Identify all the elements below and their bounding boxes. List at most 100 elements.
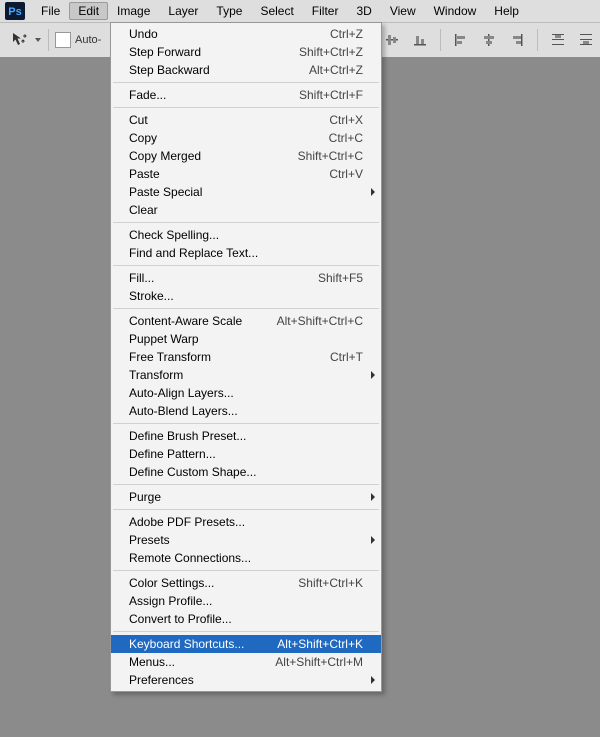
menu-item-clear[interactable]: Clear: [111, 201, 381, 219]
menu-item-copy-merged[interactable]: Copy MergedShift+Ctrl+C: [111, 147, 381, 165]
menu-item-label: Define Custom Shape...: [129, 465, 363, 479]
menu-item-label: Cut: [129, 113, 329, 127]
menu-file[interactable]: File: [32, 2, 69, 20]
menu-item-paste[interactable]: PasteCtrl+V: [111, 165, 381, 183]
menu-item-undo[interactable]: UndoCtrl+Z: [111, 25, 381, 43]
menu-item-presets[interactable]: Presets: [111, 531, 381, 549]
submenu-arrow-icon: [371, 536, 375, 544]
submenu-arrow-icon: [371, 676, 375, 684]
menu-item-purge[interactable]: Purge: [111, 488, 381, 506]
align-right-icon[interactable]: [505, 28, 529, 52]
menu-item-label: Adobe PDF Presets...: [129, 515, 363, 529]
menu-3d[interactable]: 3D: [347, 2, 380, 20]
menu-item-fade[interactable]: Fade...Shift+Ctrl+F: [111, 86, 381, 104]
menu-item-keyboard-shortcuts[interactable]: Keyboard Shortcuts...Alt+Shift+Ctrl+K: [111, 635, 381, 653]
menu-item-menus[interactable]: Menus...Alt+Shift+Ctrl+M: [111, 653, 381, 671]
menu-separator: [113, 265, 379, 266]
menu-item-shortcut: Ctrl+V: [329, 167, 363, 181]
menu-item-color-settings[interactable]: Color Settings...Shift+Ctrl+K: [111, 574, 381, 592]
menu-separator: [113, 484, 379, 485]
menu-item-label: Assign Profile...: [129, 594, 363, 608]
distribute-bottom-icon[interactable]: [574, 28, 598, 52]
menu-item-free-transform[interactable]: Free TransformCtrl+T: [111, 348, 381, 366]
menu-item-auto-blend-layers[interactable]: Auto-Blend Layers...: [111, 402, 381, 420]
menu-item-puppet-warp[interactable]: Puppet Warp: [111, 330, 381, 348]
menu-filter[interactable]: Filter: [303, 2, 348, 20]
svg-text:Ps: Ps: [8, 6, 21, 18]
menu-item-label: Keyboard Shortcuts...: [129, 637, 277, 651]
menu-item-step-forward[interactable]: Step ForwardShift+Ctrl+Z: [111, 43, 381, 61]
menu-item-shortcut: Ctrl+T: [330, 350, 363, 364]
menu-item-find-and-replace-text[interactable]: Find and Replace Text...: [111, 244, 381, 262]
align-vcenter-icon[interactable]: [380, 28, 404, 52]
move-tool-icon[interactable]: [8, 28, 32, 52]
menu-item-paste-special[interactable]: Paste Special: [111, 183, 381, 201]
menu-item-label: Undo: [129, 27, 330, 41]
menu-item-label: Paste Special: [129, 185, 363, 199]
menu-window[interactable]: Window: [425, 2, 486, 20]
menu-item-remote-connections[interactable]: Remote Connections...: [111, 549, 381, 567]
menu-help[interactable]: Help: [485, 2, 528, 20]
menu-item-label: Presets: [129, 533, 363, 547]
menu-item-label: Purge: [129, 490, 363, 504]
menu-layer[interactable]: Layer: [159, 2, 207, 20]
menu-separator: [113, 222, 379, 223]
align-bottom-icon[interactable]: [408, 28, 432, 52]
menu-item-convert-to-profile[interactable]: Convert to Profile...: [111, 610, 381, 628]
distribute-top-icon[interactable]: [546, 28, 570, 52]
menu-item-define-custom-shape[interactable]: Define Custom Shape...: [111, 463, 381, 481]
menu-separator: [113, 570, 379, 571]
menu-item-define-pattern[interactable]: Define Pattern...: [111, 445, 381, 463]
menu-item-check-spelling[interactable]: Check Spelling...: [111, 226, 381, 244]
menu-item-label: Clear: [129, 203, 363, 217]
submenu-arrow-icon: [371, 493, 375, 501]
menu-separator: [113, 509, 379, 510]
menu-item-copy[interactable]: CopyCtrl+C: [111, 129, 381, 147]
app-logo: Ps: [4, 2, 26, 20]
menu-item-label: Fade...: [129, 88, 299, 102]
menu-type[interactable]: Type: [207, 2, 251, 20]
menu-item-label: Define Pattern...: [129, 447, 363, 461]
menu-item-transform[interactable]: Transform: [111, 366, 381, 384]
menu-item-cut[interactable]: CutCtrl+X: [111, 111, 381, 129]
menubar: Ps FileEditImageLayerTypeSelectFilter3DV…: [0, 0, 600, 23]
submenu-arrow-icon: [371, 371, 375, 379]
menu-item-shortcut: Shift+Ctrl+Z: [299, 45, 363, 59]
menu-item-label: Copy Merged: [129, 149, 298, 163]
menu-item-stroke[interactable]: Stroke...: [111, 287, 381, 305]
menu-item-label: Paste: [129, 167, 329, 181]
menu-item-fill[interactable]: Fill...Shift+F5: [111, 269, 381, 287]
menu-item-shortcut: Shift+F5: [318, 271, 363, 285]
menu-image[interactable]: Image: [108, 2, 159, 20]
menu-separator: [113, 423, 379, 424]
menu-separator: [113, 308, 379, 309]
menu-item-label: Check Spelling...: [129, 228, 363, 242]
menu-view[interactable]: View: [381, 2, 425, 20]
menu-item-label: Content-Aware Scale: [129, 314, 277, 328]
menu-item-step-backward[interactable]: Step BackwardAlt+Ctrl+Z: [111, 61, 381, 79]
menu-select[interactable]: Select: [251, 2, 302, 20]
menu-item-label: Copy: [129, 131, 329, 145]
menu-item-label: Preferences: [129, 673, 363, 687]
edit-menu-dropdown: UndoCtrl+ZStep ForwardShift+Ctrl+ZStep B…: [110, 22, 382, 692]
menu-item-label: Puppet Warp: [129, 332, 363, 346]
menu-edit[interactable]: Edit: [69, 2, 108, 20]
menu-item-adobe-pdf-presets[interactable]: Adobe PDF Presets...: [111, 513, 381, 531]
menu-item-shortcut: Shift+Ctrl+K: [298, 576, 363, 590]
menu-item-shortcut: Alt+Shift+Ctrl+K: [277, 637, 363, 651]
dropdown-arrow-icon[interactable]: [34, 36, 42, 44]
auto-select-label: Auto-: [75, 34, 101, 46]
menu-item-assign-profile[interactable]: Assign Profile...: [111, 592, 381, 610]
menu-item-label: Convert to Profile...: [129, 612, 363, 626]
align-left-icon[interactable]: [449, 28, 473, 52]
align-hcenter-icon[interactable]: [477, 28, 501, 52]
menu-item-content-aware-scale[interactable]: Content-Aware ScaleAlt+Shift+Ctrl+C: [111, 312, 381, 330]
menu-item-define-brush-preset[interactable]: Define Brush Preset...: [111, 427, 381, 445]
menu-item-auto-align-layers[interactable]: Auto-Align Layers...: [111, 384, 381, 402]
menu-item-preferences[interactable]: Preferences: [111, 671, 381, 689]
menu-item-label: Step Forward: [129, 45, 299, 59]
auto-select-checkbox[interactable]: [55, 32, 71, 48]
menu-item-label: Stroke...: [129, 289, 363, 303]
menu-separator: [113, 82, 379, 83]
menu-item-label: Free Transform: [129, 350, 330, 364]
